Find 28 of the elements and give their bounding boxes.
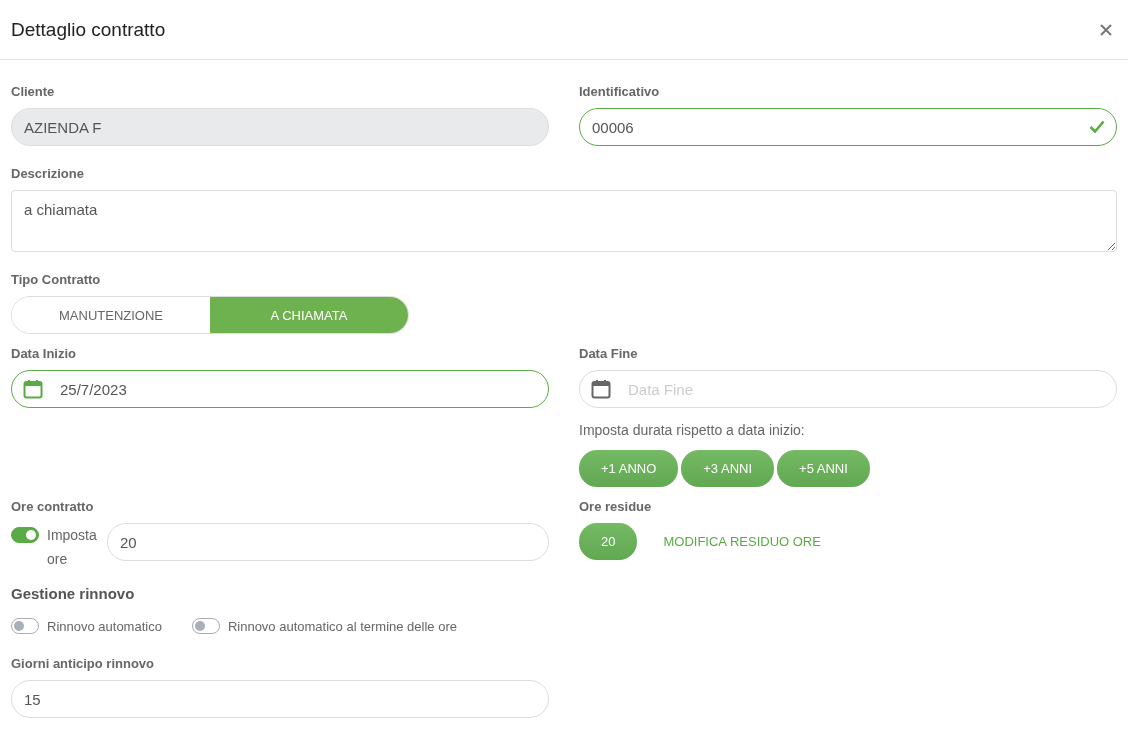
field-label: Ore residue	[579, 499, 653, 515]
modal-title: Dettaglio contratto	[11, 18, 166, 41]
calendar-icon	[23, 379, 43, 399]
toggle-label: Rinnovo automatico	[47, 618, 162, 634]
toggle-switch[interactable]	[191, 618, 220, 634]
toggle-switch[interactable]	[11, 527, 39, 543]
identifier-field[interactable]: 00006	[579, 108, 1117, 146]
section-title: Gestione rinnovo	[11, 585, 136, 602]
field-label: Data Fine	[579, 346, 639, 362]
field-label: Giorni anticipo rinnovo	[11, 656, 155, 672]
field-label: Identificativo	[579, 84, 661, 100]
duration-label: Imposta durata rispetto a data inizio:	[579, 422, 806, 438]
field-label: Ore contratto	[11, 499, 95, 515]
start-date-field[interactable]: 25/7/2023	[11, 370, 549, 408]
calendar-icon	[591, 379, 611, 399]
toggle-label: Imposta ore	[47, 526, 98, 569]
description-textarea[interactable]: a chiamata	[11, 190, 1117, 252]
field-label: Tipo Contratto	[11, 272, 102, 288]
remaining-hours-badge: 20	[579, 523, 638, 560]
toggle-label: Rinnovo automatico al termine delle ore	[227, 618, 457, 634]
field-label: Cliente	[11, 84, 56, 100]
close-icon	[1100, 23, 1112, 36]
hours-field[interactable]: 20	[107, 523, 549, 561]
toggle-switch[interactable]	[11, 618, 39, 634]
renewal-days-field[interactable]: 15	[11, 680, 549, 718]
field-label: Data Inizio	[11, 346, 77, 362]
field-label: Descrizione	[11, 166, 85, 182]
checkmark-icon	[1089, 120, 1105, 133]
